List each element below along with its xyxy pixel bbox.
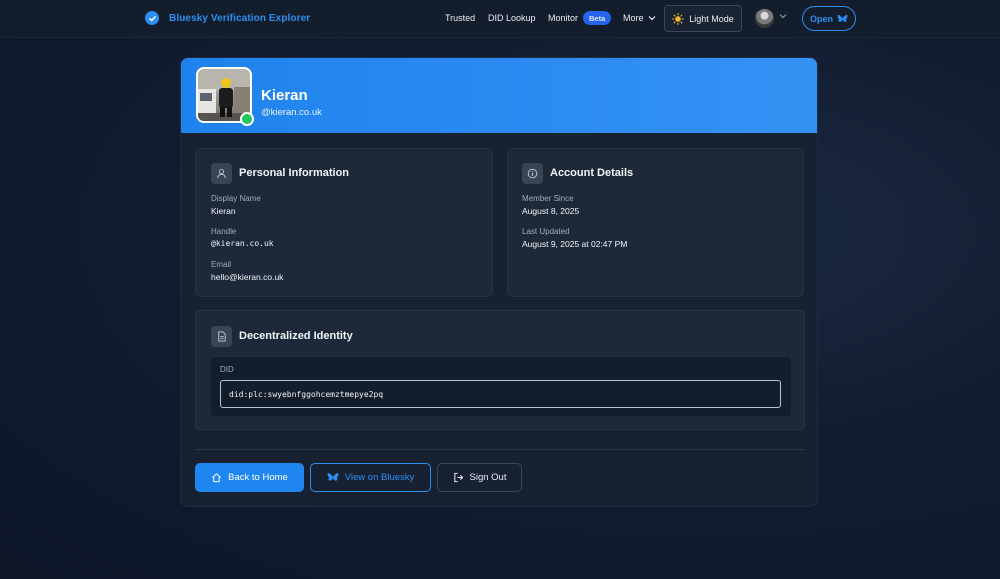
more-label: More bbox=[623, 13, 644, 23]
sign-out-button[interactable]: Sign Out bbox=[437, 463, 522, 492]
back-to-home-button[interactable]: Back to Home bbox=[195, 463, 304, 492]
light-mode-label: Light Mode bbox=[689, 13, 734, 24]
chevron-down-icon bbox=[648, 16, 655, 21]
view-on-bluesky-label: View on Bluesky bbox=[344, 472, 415, 483]
display-name-label: Display Name bbox=[211, 194, 261, 203]
member-since-value: August 8, 2025 bbox=[522, 206, 580, 216]
view-on-bluesky-button[interactable]: View on Bluesky bbox=[310, 463, 431, 492]
personal-info-panel: Personal Information Display Name Kieran… bbox=[195, 148, 493, 297]
handle-label: Handle bbox=[211, 227, 237, 236]
verified-check-icon bbox=[145, 11, 159, 25]
sun-icon bbox=[672, 12, 685, 25]
open-bluesky-button[interactable]: Open bbox=[802, 6, 856, 31]
divider bbox=[195, 449, 805, 450]
more-menu[interactable]: More bbox=[623, 13, 656, 23]
open-label: Open bbox=[809, 13, 833, 24]
member-since-label: Member Since bbox=[522, 194, 574, 203]
butterfly-icon bbox=[837, 14, 848, 22]
personal-info-title: Personal Information bbox=[239, 167, 350, 179]
profile-card: Kieran @kieran.co.uk Personal Informatio… bbox=[180, 57, 818, 507]
email-value: hello@kieran.co.uk bbox=[211, 272, 284, 282]
nav-link-did-lookup[interactable]: DID Lookup bbox=[488, 13, 536, 23]
nav-link-monitor[interactable]: Monitor bbox=[548, 13, 578, 23]
online-status-indicator bbox=[240, 112, 254, 126]
decentralized-identity-panel: Decentralized Identity DID did:plc:swyeb… bbox=[195, 310, 805, 430]
handle-value: @kieran.co.uk bbox=[211, 239, 274, 248]
last-updated-label: Last Updated bbox=[522, 227, 570, 236]
chevron-down-icon[interactable] bbox=[779, 13, 787, 19]
sign-out-label: Sign Out bbox=[469, 472, 507, 483]
did-field[interactable]: did:plc:swyebnfggohcemztmepye2pq bbox=[220, 380, 781, 408]
nav-link-trusted[interactable]: Trusted bbox=[445, 13, 475, 23]
beta-badge: Beta bbox=[583, 11, 612, 25]
profile-handle: @kieran.co.uk bbox=[261, 107, 322, 118]
user-avatar[interactable] bbox=[755, 9, 774, 28]
last-updated-value: August 9, 2025 at 02:47 PM bbox=[522, 239, 628, 249]
info-icon bbox=[522, 163, 543, 184]
profile-header: Kieran @kieran.co.uk bbox=[181, 58, 817, 133]
light-mode-button[interactable]: Light Mode bbox=[664, 5, 742, 32]
back-to-home-label: Back to Home bbox=[228, 472, 288, 483]
did-container: DID did:plc:swyebnfggohcemztmepye2pq bbox=[211, 357, 791, 416]
email-label: Email bbox=[211, 260, 232, 269]
display-name-value: Kieran bbox=[211, 206, 236, 216]
decentralized-identity-title: Decentralized Identity bbox=[239, 330, 353, 342]
brand-title: Bluesky Verification Explorer bbox=[169, 12, 311, 24]
document-icon bbox=[211, 326, 232, 347]
top-navbar: Bluesky Verification Explorer Trusted DI… bbox=[0, 0, 1000, 38]
brand[interactable]: Bluesky Verification Explorer bbox=[145, 11, 310, 25]
account-details-title: Account Details bbox=[550, 167, 634, 179]
account-details-panel: Account Details Member Since August 8, 2… bbox=[507, 148, 804, 297]
home-icon bbox=[212, 473, 222, 483]
did-label: DID bbox=[220, 365, 234, 374]
user-icon bbox=[211, 163, 232, 184]
profile-name: Kieran bbox=[261, 87, 308, 104]
sign-out-icon bbox=[453, 472, 463, 483]
butterfly-icon bbox=[327, 473, 339, 481]
